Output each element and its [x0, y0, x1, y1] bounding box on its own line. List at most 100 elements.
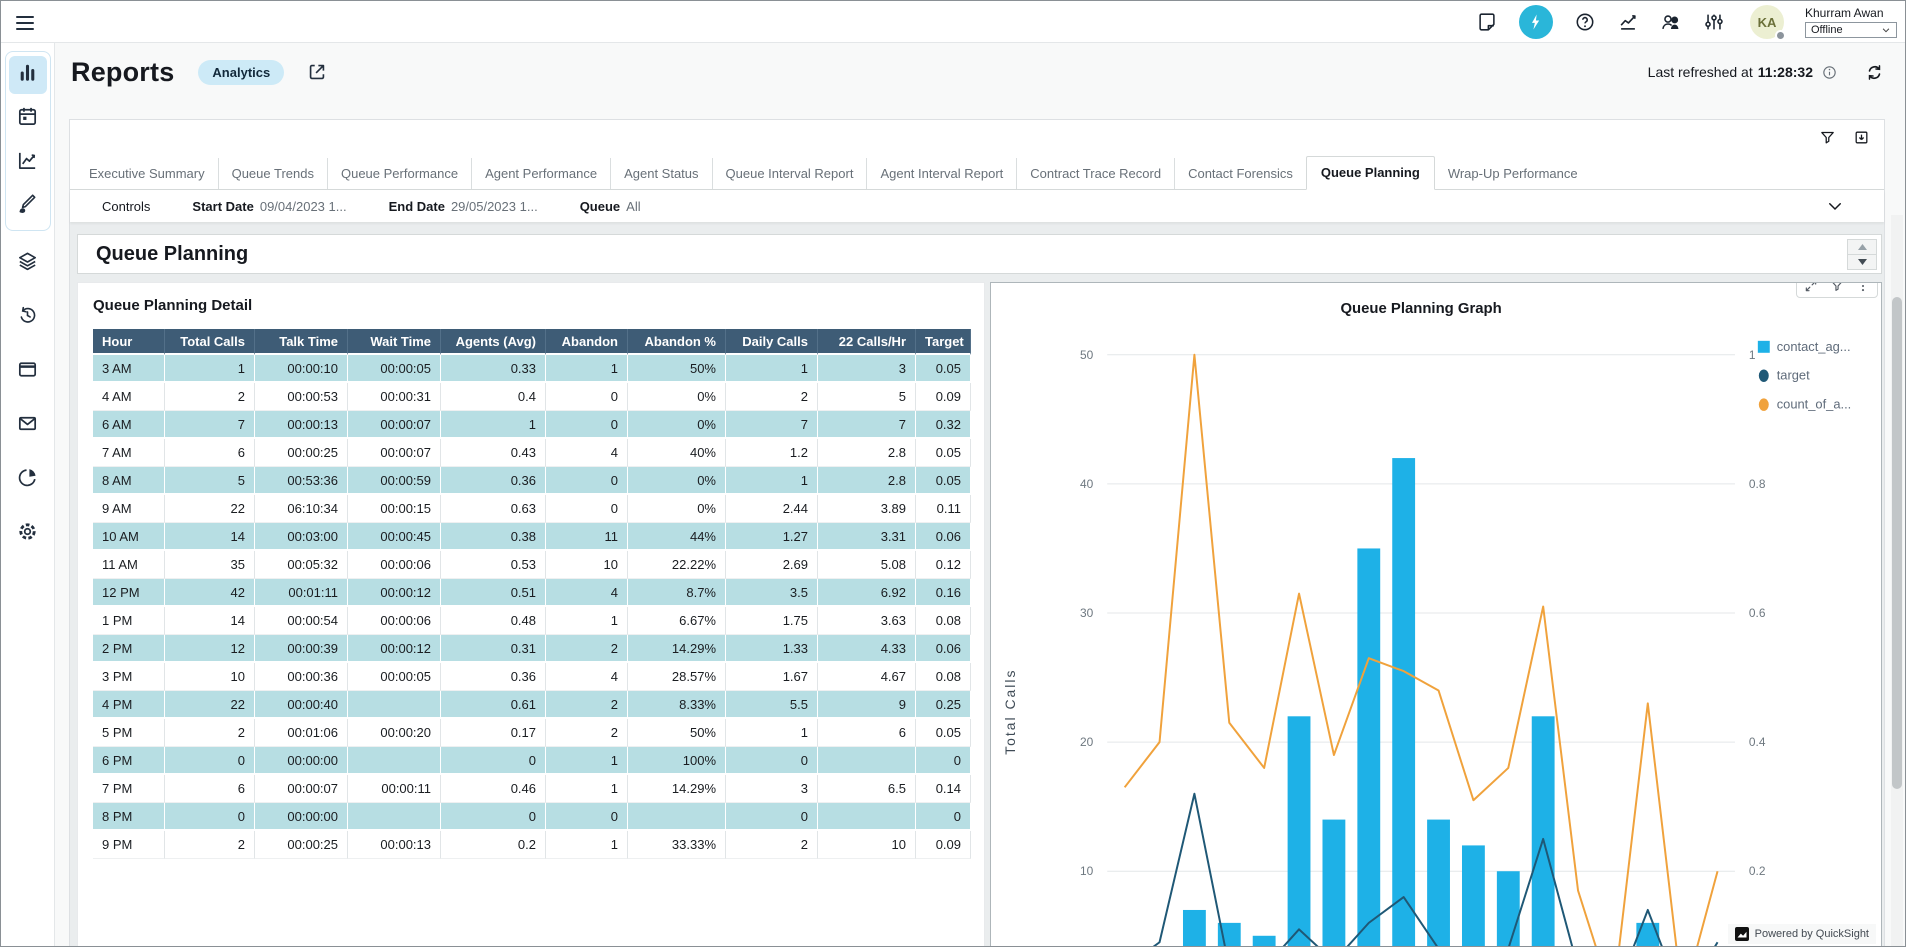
control-end-date[interactable]: End Date29/05/2023 1...: [389, 199, 538, 214]
table-cell: 3: [818, 355, 916, 383]
table-cell: 0: [165, 803, 255, 831]
bar-contact_ag...: [1497, 871, 1520, 947]
tab-wrap-up-performance[interactable]: Wrap-Up Performance: [1435, 158, 1591, 189]
visual-filter-icon[interactable]: [1830, 282, 1844, 293]
table-cell: 10: [546, 551, 628, 579]
table-row: 9 AM2206:10:3400:00:150.6300%2.443.890.1…: [93, 495, 971, 523]
chevron-down-icon: [1881, 25, 1891, 35]
vertical-scrollbar[interactable]: [1891, 215, 1903, 946]
tab-agent-interval-report[interactable]: Agent Interval Report: [866, 158, 1016, 189]
table-row: 1 PM1400:00:5400:00:060.4816.67%1.753.63…: [93, 607, 971, 635]
sidebar-item-gear[interactable]: [9, 515, 47, 553]
table-cell: 0.09: [916, 831, 971, 859]
tab-contract-trace-record[interactable]: Contract Trace Record: [1016, 158, 1174, 189]
sidebar-secondary: [9, 245, 47, 569]
table-cell: 22: [165, 691, 255, 719]
tab-agent-status[interactable]: Agent Status: [610, 158, 711, 189]
legend-item-target[interactable]: target: [1759, 368, 1810, 383]
controls-fields: Start Date09/04/2023 1... End Date29/05/2…: [150, 199, 640, 214]
info-icon[interactable]: [1821, 64, 1838, 81]
left-axis-tick: 30: [1080, 606, 1094, 620]
external-link-icon[interactable]: [306, 61, 328, 83]
tab-queue-planning[interactable]: Queue Planning: [1306, 156, 1435, 190]
legend-item-contact-ag-[interactable]: contact_ag...: [1758, 339, 1851, 354]
maximize-icon[interactable]: [1804, 282, 1818, 293]
mail-icon: [16, 412, 39, 440]
preferences-icon[interactable]: [1703, 11, 1725, 33]
table-cell: 42: [165, 579, 255, 607]
tab-agent-performance[interactable]: Agent Performance: [471, 158, 610, 189]
table-row: 3 AM100:00:1000:00:050.33150%130.05: [93, 355, 971, 383]
avatar[interactable]: KA: [1750, 5, 1784, 39]
table-cell: 00:00:54: [255, 607, 348, 635]
table-cell: 0.32: [916, 411, 971, 439]
sidebar-item-calendar[interactable]: [9, 100, 47, 138]
table-cell: [348, 803, 441, 831]
table-cell: 1.33: [726, 635, 818, 663]
tab-queue-interval-report[interactable]: Queue Interval Report: [712, 158, 867, 189]
legend-item-count-of-a-[interactable]: count_of_a...: [1759, 397, 1851, 412]
refresh-icon[interactable]: [1864, 62, 1885, 83]
table-cell: 0: [441, 803, 546, 831]
control-queue[interactable]: QueueAll: [580, 199, 641, 214]
table-cell: 1: [546, 831, 628, 859]
table-cell: 0.14: [916, 775, 971, 803]
flash-icon[interactable]: [1519, 5, 1553, 39]
sidebar-item-window[interactable]: [9, 353, 47, 391]
sidebar-item-layers[interactable]: [9, 245, 47, 283]
table-cell: 0.46: [441, 775, 546, 803]
table-cell: 0.17: [441, 719, 546, 747]
chart-title: Queue Planning Graph: [1340, 300, 1501, 317]
bar-contact_ag...: [1392, 458, 1415, 947]
sidebar-item-pie-chart[interactable]: [9, 461, 47, 499]
powered-by-text: Powered by QuickSight: [1755, 928, 1869, 940]
step-up-button[interactable]: [1848, 240, 1876, 254]
table-cell: 00:00:11: [348, 775, 441, 803]
tab-executive-summary[interactable]: Executive Summary: [76, 158, 218, 189]
history-icon: [16, 304, 39, 332]
sheet-title-bar: Queue Planning: [77, 234, 1882, 274]
table-cell: 50%: [628, 719, 726, 747]
export-icon[interactable]: [1853, 129, 1870, 146]
notes-icon[interactable]: [1476, 11, 1498, 33]
design-icon: [16, 193, 39, 221]
status-select[interactable]: Offline: [1805, 22, 1897, 38]
bar-contact_ag...: [1532, 716, 1555, 947]
collapse-chevron-icon[interactable]: [1826, 197, 1844, 215]
scrollbar-thumb[interactable]: [1892, 297, 1902, 789]
table-cell: 3.31: [818, 523, 916, 551]
table-cell: 4 PM: [93, 691, 165, 719]
control-start-date[interactable]: Start Date09/04/2023 1...: [192, 199, 346, 214]
agents-icon[interactable]: [1660, 11, 1682, 33]
table-cell: 6: [818, 719, 916, 747]
window-icon: [16, 358, 39, 386]
filter-icon[interactable]: [1819, 129, 1836, 146]
menu-kebab-icon[interactable]: [1856, 282, 1870, 293]
step-down-button[interactable]: [1848, 254, 1876, 269]
table-cell: 00:01:06: [255, 719, 348, 747]
sidebar-item-bar-chart[interactable]: [9, 56, 47, 94]
table-cell: 14.29%: [628, 635, 726, 663]
sidebar-item-mail[interactable]: [9, 407, 47, 445]
right-axis-tick: 0.6: [1749, 606, 1766, 620]
menu-icon[interactable]: [13, 11, 37, 35]
table-cell: [628, 803, 726, 831]
sidebar-item-design[interactable]: [9, 188, 47, 226]
table-cell: 00:00:31: [348, 383, 441, 411]
table-cell: 0.25: [916, 691, 971, 719]
table-cell: 00:00:12: [348, 579, 441, 607]
sidebar-item-history[interactable]: [9, 299, 47, 337]
table-cell: 2 PM: [93, 635, 165, 663]
table-cell: 1: [726, 355, 818, 383]
bar-contact_ag...: [1636, 923, 1659, 947]
sidebar-item-line-chart[interactable]: [9, 144, 47, 182]
tab-queue-performance[interactable]: Queue Performance: [327, 158, 471, 189]
tab-contact-forensics[interactable]: Contact Forensics: [1174, 158, 1306, 189]
last-refreshed-time: 11:28:32: [1758, 64, 1813, 80]
analytics-badge: Analytics: [198, 60, 284, 85]
table-header-row: HourTotal CallsTalk TimeWait TimeAgents …: [93, 329, 971, 355]
help-icon[interactable]: [1574, 11, 1596, 33]
table-cell: 00:00:59: [348, 467, 441, 495]
tab-queue-trends[interactable]: Queue Trends: [218, 158, 327, 189]
insights-icon[interactable]: [1617, 11, 1639, 33]
